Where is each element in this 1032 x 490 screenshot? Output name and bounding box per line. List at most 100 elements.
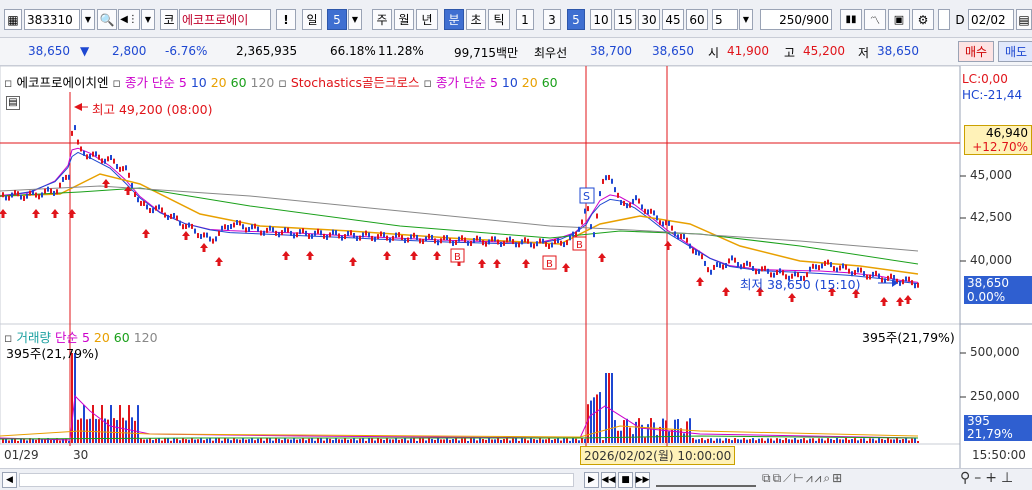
candle <box>887 275 889 281</box>
interval-3[interactable]: 3 <box>543 9 561 30</box>
interval-1[interactable]: 1 <box>516 9 534 30</box>
legend-ma-label-2[interactable]: 종가 단순 <box>436 75 486 90</box>
second-button[interactable]: 초 <box>466 9 486 30</box>
volume-bar <box>908 440 910 443</box>
date-input[interactable]: 02/02 <box>968 9 1014 30</box>
play-icon[interactable]: ▶ <box>584 472 599 488</box>
interval-15[interactable]: 15 <box>614 9 636 30</box>
drawing-tools-icon[interactable]: ⧉⧉⟋⊢⩘⩘⌕⊞ <box>762 471 844 486</box>
buy-button[interactable]: 매수 <box>958 41 994 62</box>
line-tool-icon[interactable]: 〽 <box>864 9 886 30</box>
volume-bar <box>419 438 421 443</box>
price-volume-svg[interactable]: B B B S <box>0 66 1032 468</box>
best-ask: 38,700 <box>590 44 632 58</box>
code-dropdown-icon[interactable]: ▼ <box>81 9 95 30</box>
search-icon[interactable]: 🔍 <box>97 9 117 30</box>
b-marker-3[interactable]: B <box>572 236 587 251</box>
forward-icon[interactable]: ▶▶ <box>635 472 650 488</box>
minute-button[interactable]: 분 <box>444 9 464 30</box>
volume-bar <box>110 405 112 443</box>
candle <box>281 230 283 236</box>
calendar-icon[interactable]: ▤ <box>1016 9 1032 30</box>
candle <box>410 234 412 240</box>
volume-bar <box>287 439 289 443</box>
scroll-left-icon[interactable]: ◀ <box>2 472 17 488</box>
candle <box>695 250 697 256</box>
s-marker[interactable]: S <box>579 187 595 204</box>
speaker-icon[interactable]: ◀⋮ <box>118 9 140 30</box>
volume-bar <box>155 438 157 443</box>
candle <box>578 226 580 232</box>
interval-45[interactable]: 45 <box>662 9 684 30</box>
legend-stock-name[interactable]: 에코프로에이치엔 <box>16 75 108 90</box>
market-label[interactable]: 코 <box>160 9 178 30</box>
date-checkbox[interactable] <box>938 9 950 30</box>
volume-bar <box>758 438 760 443</box>
candle-type-icon[interactable]: ▮▮ <box>840 9 862 30</box>
volume-bar <box>95 418 97 443</box>
candle <box>158 204 160 210</box>
chart-icon[interactable]: ▦ <box>4 9 22 30</box>
count-display[interactable]: 250/900 <box>760 9 832 30</box>
scrollbar-track[interactable] <box>19 473 574 487</box>
interval-60[interactable]: 60 <box>686 9 708 30</box>
candle <box>719 262 721 268</box>
stop-icon[interactable]: ■ <box>618 472 633 488</box>
volume-bar <box>455 438 457 443</box>
gear-icon[interactable]: ⚙ <box>912 9 934 30</box>
candle <box>638 198 640 204</box>
cur-volume-pct: 21,79% <box>967 427 1013 441</box>
candle <box>182 224 184 230</box>
volume-bar <box>584 439 586 443</box>
candle <box>392 235 394 241</box>
alert-button[interactable]: ! <box>276 9 296 30</box>
period-day-button[interactable]: 일 <box>302 9 322 30</box>
interval-input[interactable]: 5 <box>712 9 738 30</box>
legend-indicator[interactable]: Stochastics골든크로스 <box>291 75 420 90</box>
candle <box>590 224 592 230</box>
candle <box>869 274 871 280</box>
candle <box>17 191 19 197</box>
open-label: 시 <box>708 46 720 60</box>
list-dropdown-icon[interactable]: ▼ <box>141 9 155 30</box>
volume-bar <box>806 440 808 443</box>
candle <box>563 242 565 248</box>
stock-code-input[interactable]: 383310 <box>24 9 80 30</box>
grid-toggle-icon[interactable]: ▤ <box>6 96 20 110</box>
tick-button[interactable]: 틱 <box>488 9 510 30</box>
volume-bar <box>704 440 706 443</box>
candle <box>521 239 523 245</box>
period-value[interactable]: 5 <box>327 9 347 30</box>
period-dropdown-icon[interactable]: ▼ <box>348 9 362 30</box>
interval-dropdown-icon[interactable]: ▼ <box>739 9 753 30</box>
legend-ma-label[interactable]: 종가 단순 <box>125 75 175 90</box>
interval-10[interactable]: 10 <box>590 9 612 30</box>
volume-bar <box>794 438 796 443</box>
zoom-controls-icon[interactable]: ⚲–+⊥ <box>960 470 1017 486</box>
candle <box>419 238 421 244</box>
year-button[interactable]: 년 <box>416 9 438 30</box>
up-arrow-icon <box>896 297 904 306</box>
interval-5[interactable]: 5 <box>567 9 585 30</box>
b-marker-1[interactable]: B <box>450 248 465 263</box>
volume-bar <box>890 439 892 443</box>
volume-bar <box>263 440 265 443</box>
volume-bar <box>626 418 628 443</box>
week-button[interactable]: 주 <box>372 9 392 30</box>
sell-button[interactable]: 매도 <box>998 41 1032 62</box>
rewind-icon[interactable]: ◀◀ <box>601 472 616 488</box>
candle <box>104 158 106 164</box>
interval-30[interactable]: 30 <box>638 9 660 30</box>
legend2-ma5: 5 <box>489 75 498 90</box>
b-marker-2[interactable]: B <box>542 255 557 270</box>
month-button[interactable]: 월 <box>394 9 414 30</box>
speed-slider[interactable] <box>656 473 756 487</box>
candle <box>95 151 97 157</box>
volume-bar <box>242 438 244 443</box>
volume-bar <box>179 440 181 443</box>
candle <box>302 228 304 234</box>
stock-name-field[interactable]: 에코프로에이 <box>179 9 271 30</box>
up-arrow-icon <box>562 263 570 272</box>
candle <box>236 220 238 226</box>
save-icon[interactable]: ▣ <box>888 9 910 30</box>
